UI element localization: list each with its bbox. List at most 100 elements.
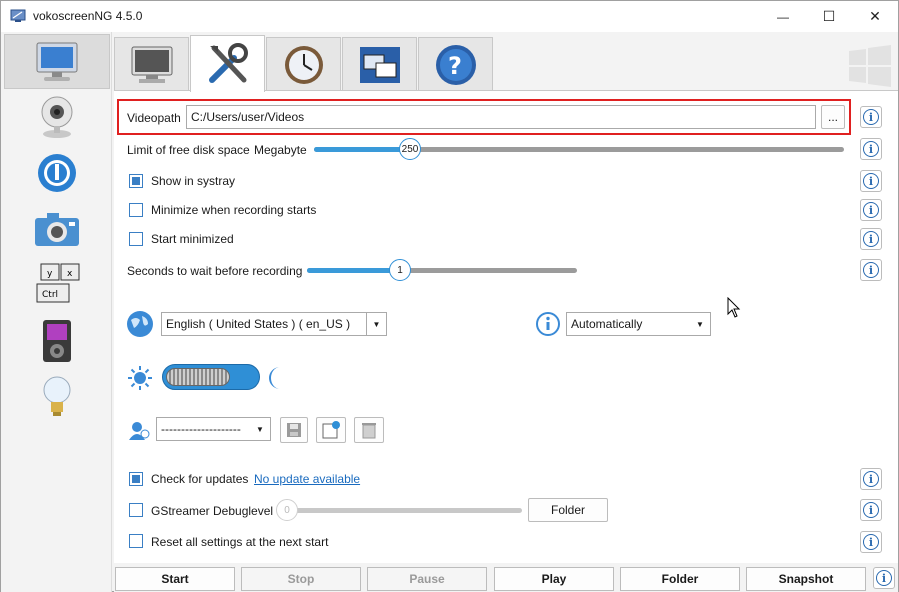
- updates-label: Check for updates: [151, 472, 249, 486]
- updates-info-button[interactable]: i: [860, 468, 882, 490]
- close-button[interactable]: ✕: [852, 1, 898, 32]
- stop-button[interactable]: Stop: [241, 567, 361, 591]
- save-icon: [287, 423, 301, 437]
- updates-checkbox[interactable]: [129, 472, 143, 486]
- globe-icon: [127, 311, 153, 337]
- new-profile-button[interactable]: [316, 417, 346, 443]
- sidebar-item-player[interactable]: [4, 145, 110, 200]
- gstreamer-info-button[interactable]: i: [860, 499, 882, 521]
- videopath-info-button[interactable]: i: [860, 106, 882, 128]
- gstreamer-label: GStreamer Debuglevel: [151, 504, 274, 518]
- media-player-icon: [43, 319, 71, 362]
- chevron-down-icon: ▼: [696, 319, 704, 329]
- app-icon: [10, 9, 26, 22]
- minimize-checkbox[interactable]: [129, 203, 143, 217]
- start-minimized-label: Start minimized: [151, 232, 234, 246]
- style-value: Automatically: [571, 317, 643, 331]
- gstreamer-checkbox[interactable]: [129, 503, 143, 517]
- style-select[interactable]: Automatically ▼: [566, 312, 711, 336]
- maximize-button[interactable]: ☐: [806, 1, 852, 32]
- monitor-icon: [131, 46, 172, 83]
- chevron-down-icon: ▼: [366, 313, 386, 335]
- delete-profile-button[interactable]: [354, 417, 384, 443]
- sidebar-item-tips[interactable]: [4, 369, 110, 424]
- videopath-highlight: [117, 99, 851, 135]
- bottom-info-button[interactable]: i: [873, 567, 895, 589]
- wait-info-button[interactable]: i: [860, 259, 882, 281]
- minimize-button[interactable]: —: [760, 1, 806, 32]
- power-ring-icon: [38, 153, 76, 192]
- gstreamer-folder-button[interactable]: Folder: [528, 498, 608, 522]
- systray-checkbox[interactable]: [129, 174, 143, 188]
- maximize-icon: ☐: [822, 8, 836, 24]
- sidebar-item-screencast[interactable]: [4, 34, 110, 89]
- folder-button[interactable]: Folder: [620, 567, 740, 591]
- disk-info-button[interactable]: i: [860, 138, 882, 160]
- minimize-info-button[interactable]: i: [860, 199, 882, 221]
- systray-info-button[interactable]: i: [860, 170, 882, 192]
- sidebar: y x Ctrl: [1, 32, 112, 592]
- windows-icon: [359, 46, 400, 83]
- tools-icon: [208, 43, 248, 83]
- info-icon: i: [876, 570, 892, 586]
- wait-label: Seconds to wait before recording: [127, 264, 303, 278]
- bottom-toolbar: Start Stop Pause Play Folder Snapshot i: [114, 566, 898, 592]
- theme-toggle-knob: [166, 368, 230, 386]
- svg-text:x: x: [67, 269, 73, 279]
- mouse-cursor-icon: [727, 297, 741, 318]
- reset-label: Reset all settings at the next start: [151, 535, 329, 549]
- info-icon: i: [863, 109, 879, 125]
- minimize-label: Minimize when recording starts: [151, 203, 317, 217]
- sidebar-item-webcam[interactable]: [4, 89, 110, 144]
- update-status-link[interactable]: No update available: [254, 472, 360, 486]
- tab-settings[interactable]: [190, 35, 265, 92]
- start-button[interactable]: Start: [115, 567, 235, 591]
- chevron-down-icon: ▼: [256, 424, 264, 434]
- info-icon: i: [863, 262, 879, 278]
- reset-info-button[interactable]: i: [860, 531, 882, 553]
- info-icon: i: [863, 471, 879, 487]
- sidebar-item-media[interactable]: [4, 313, 110, 368]
- info-icon: i: [863, 202, 879, 218]
- reset-checkbox[interactable]: [129, 534, 143, 548]
- lightbulb-icon: [43, 376, 71, 416]
- close-icon: ✕: [869, 8, 881, 24]
- start-minimized-info-button[interactable]: i: [860, 228, 882, 250]
- help-icon: ?: [435, 44, 476, 85]
- pause-button[interactable]: Pause: [367, 567, 487, 591]
- language-select[interactable]: English ( United States ) ( en_US ) ▼: [161, 312, 387, 336]
- window-title: vokoscreenNG 4.5.0: [33, 9, 143, 23]
- save-profile-button[interactable]: [280, 417, 308, 443]
- snapshot-button[interactable]: Snapshot: [746, 567, 866, 591]
- tab-help[interactable]: ?: [418, 37, 493, 91]
- play-button[interactable]: Play: [494, 567, 614, 591]
- svg-text:?: ?: [448, 52, 462, 80]
- tab-screen[interactable]: [114, 37, 189, 91]
- settings-panel: Videopath C:/Users/user/Videos ... i Lim…: [114, 90, 898, 563]
- user-profile-icon: [129, 422, 150, 440]
- start-minimized-checkbox[interactable]: [129, 232, 143, 246]
- new-profile-icon: [322, 421, 340, 439]
- disk-unit-label: Megabyte: [254, 143, 307, 157]
- sidebar-item-showkey[interactable]: y x Ctrl: [4, 257, 110, 312]
- info-icon: i: [863, 231, 879, 247]
- svg-text:Ctrl: Ctrl: [42, 290, 58, 300]
- tab-window[interactable]: [342, 37, 417, 91]
- title-bar: vokoscreenNG 4.5.0 — ☐ ✕: [1, 1, 898, 32]
- profile-select[interactable]: -------------------- ▼: [156, 417, 271, 441]
- keyboard-keys-icon: y x Ctrl: [36, 263, 80, 302]
- systray-label: Show in systray: [151, 174, 236, 188]
- disk-slider-fill: [314, 147, 404, 152]
- clock-icon: [284, 45, 323, 84]
- wait-slider-handle[interactable]: 1: [389, 259, 411, 281]
- tab-timer[interactable]: [266, 37, 341, 91]
- profile-value: --------------------: [161, 422, 241, 436]
- info-icon: i: [863, 534, 879, 550]
- gstreamer-slider-handle[interactable]: 0: [276, 499, 298, 521]
- info-circle-icon: [536, 312, 560, 336]
- theme-toggle[interactable]: [162, 364, 260, 390]
- wait-slider-fill: [307, 268, 391, 273]
- disk-slider-handle[interactable]: 250: [399, 138, 421, 160]
- sidebar-item-snapshot[interactable]: [4, 201, 110, 256]
- trash-icon: [362, 423, 376, 439]
